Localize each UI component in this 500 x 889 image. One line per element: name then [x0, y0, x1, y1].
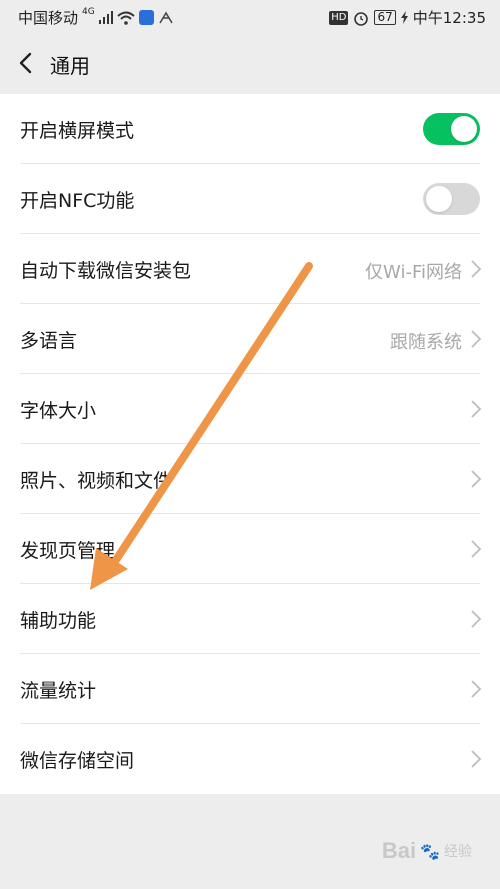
- setting-label: 自动下载微信安装包: [20, 260, 192, 282]
- setting-row-auto-download[interactable]: 自动下载微信安装包 仅Wi-Fi网络: [0, 234, 500, 304]
- chevron-right-icon: [471, 680, 482, 698]
- setting-value: 跟随系统: [390, 332, 462, 353]
- status-left: 中国移动 4G: [18, 7, 174, 28]
- charging-icon: [400, 11, 408, 24]
- network-type: 4G: [82, 6, 95, 17]
- setting-label: 多语言: [20, 330, 78, 352]
- setting-value: 仅Wi-Fi网络: [365, 262, 462, 283]
- setting-row-discover[interactable]: 发现页管理: [0, 514, 500, 584]
- status-bar: 中国移动 4G HD 67 中午12:35: [0, 0, 500, 34]
- setting-label: 开启横屏模式: [20, 120, 135, 142]
- setting-label: 流量统计: [20, 680, 97, 702]
- back-arrow-icon[interactable]: [10, 46, 44, 80]
- battery-indicator: 67: [374, 10, 396, 25]
- alarm-icon: [354, 11, 369, 26]
- setting-row-font-size[interactable]: 字体大小: [0, 374, 500, 444]
- setting-row-media[interactable]: 照片、视频和文件: [0, 444, 500, 514]
- toggle-knob: [451, 116, 477, 142]
- watermark: Bai 🐾 经验: [382, 838, 472, 864]
- pinwheel-icon: [159, 11, 173, 23]
- setting-row-language[interactable]: 多语言 跟随系统: [0, 304, 500, 374]
- setting-label: 微信存储空间: [20, 750, 135, 772]
- chevron-right-icon: [471, 400, 482, 418]
- chevron-right-icon: [471, 750, 482, 768]
- setting-label: 开启NFC功能: [20, 190, 135, 212]
- watermark-text: 经验: [444, 844, 472, 860]
- setting-label: 辅助功能: [20, 610, 97, 632]
- setting-row-nfc[interactable]: 开启NFC功能: [0, 164, 500, 234]
- nfc-toggle[interactable]: [423, 183, 480, 215]
- clock: 中午12:35: [412, 9, 486, 27]
- chevron-right-icon: [471, 260, 482, 278]
- setting-row-data-usage[interactable]: 流量统计: [0, 654, 500, 724]
- setting-label: 照片、视频和文件: [20, 470, 173, 492]
- status-right: HD 67 中午12:35: [329, 7, 486, 28]
- landscape-toggle[interactable]: [423, 113, 480, 145]
- setting-row-accessibility[interactable]: 辅助功能: [0, 584, 500, 654]
- toggle-knob: [426, 186, 452, 212]
- setting-row-landscape[interactable]: 开启横屏模式: [0, 94, 500, 164]
- settings-list: 开启横屏模式 开启NFC功能 自动下载微信安装包 仅Wi-Fi网络 多语言 跟随…: [0, 94, 500, 794]
- wifi-icon: [117, 11, 135, 25]
- hd-badge: HD: [329, 10, 349, 25]
- signal-icon: [98, 11, 113, 24]
- setting-label: 发现页管理: [20, 540, 116, 562]
- setting-label: 字体大小: [20, 400, 97, 422]
- chevron-right-icon: [471, 540, 482, 558]
- setting-row-storage[interactable]: 微信存储空间: [0, 724, 500, 794]
- page-title: 通用: [50, 54, 90, 78]
- shield-app-icon: [138, 10, 154, 25]
- paw-icon: 🐾: [420, 841, 440, 861]
- chevron-right-icon: [471, 330, 482, 348]
- chevron-right-icon: [471, 470, 482, 488]
- carrier-name: 中国移动: [18, 9, 79, 27]
- chevron-right-icon: [471, 610, 482, 628]
- nav-bar: 通用: [0, 34, 500, 94]
- watermark-logo: Bai: [381, 838, 417, 863]
